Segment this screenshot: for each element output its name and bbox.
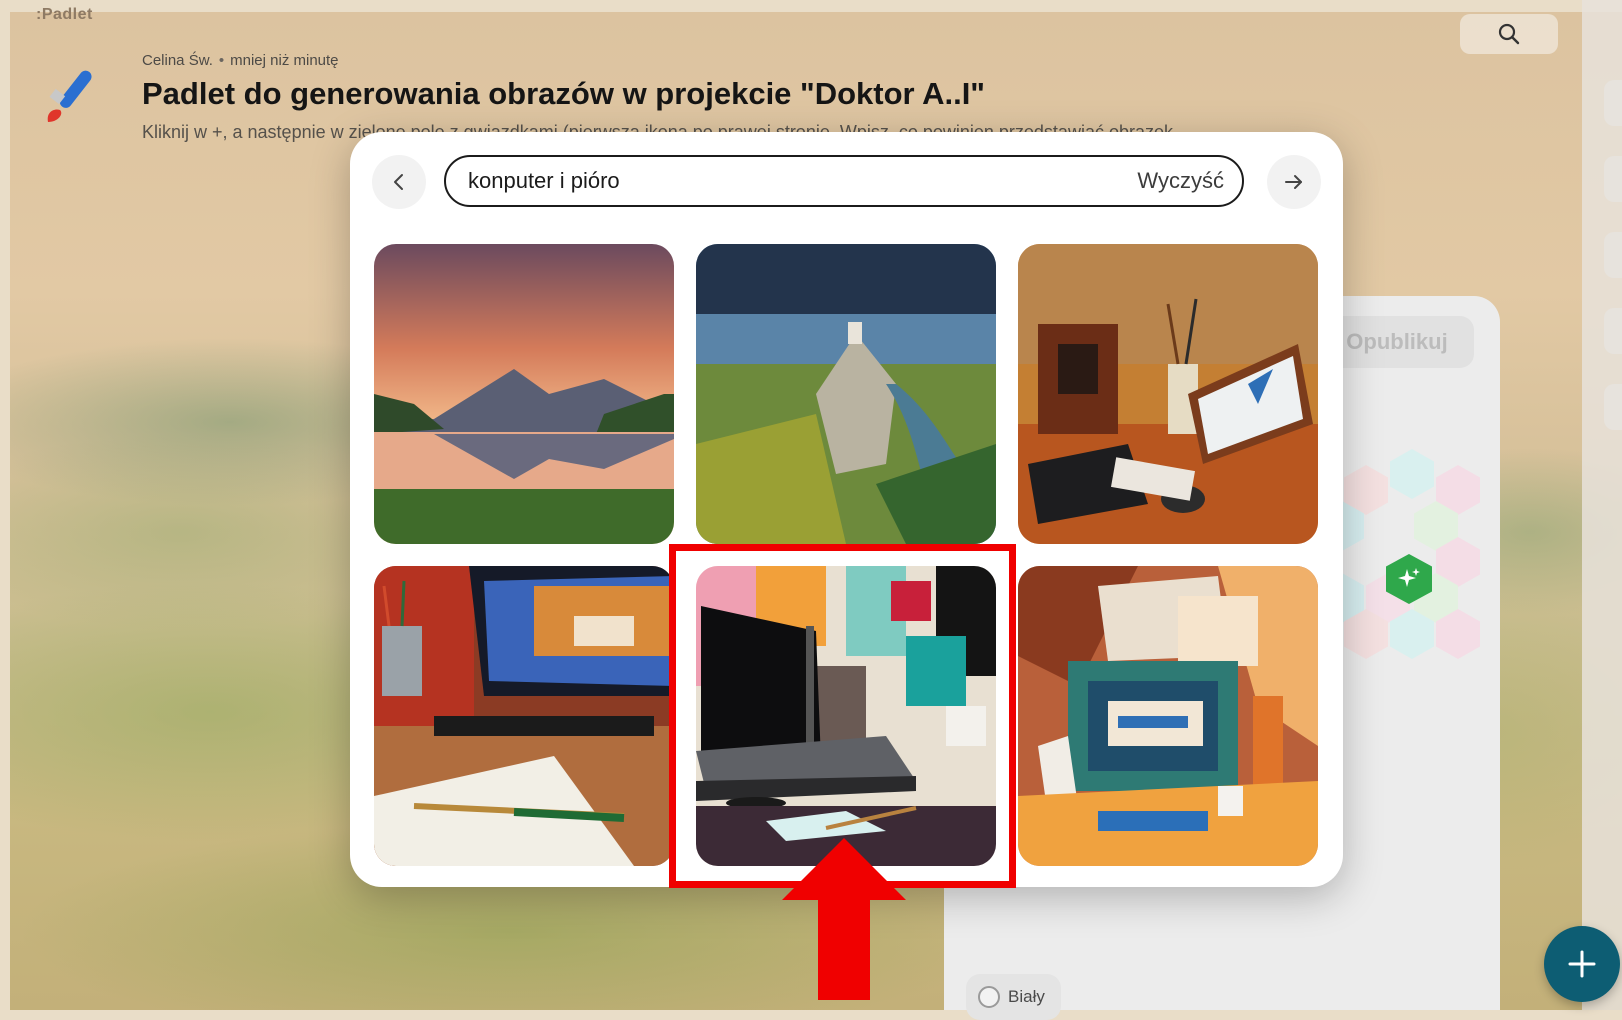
add-post-button[interactable] [1544,926,1620,1002]
result-image-1[interactable] [374,244,674,544]
search-icon [1498,23,1520,45]
hex-tile[interactable] [1390,449,1434,499]
author-name: Celina Św. [142,52,213,69]
post-time: mniej niż minutę [230,52,339,69]
result-image-6[interactable] [1018,566,1318,866]
search-query-text[interactable]: konputer i pióro [468,168,1137,194]
arrow-right-icon [1285,175,1302,189]
right-rail [1582,0,1622,1010]
image-search-field[interactable]: konputer i pióro Wyczyść [444,155,1244,207]
red-arrow-icon [782,838,906,1000]
sparkles-icon [1398,568,1420,587]
page-title: Padlet do generowania obrazów w projekci… [142,76,986,111]
plus-icon [1568,950,1596,978]
chevron-left-icon [394,174,403,190]
rail-button-2[interactable] [1604,156,1622,202]
publish-button[interactable]: Opublikuj [1320,316,1474,368]
result-image-4[interactable] [374,566,674,866]
color-option-white[interactable]: Biały [966,974,1061,1020]
rail-button-3[interactable] [1604,232,1622,278]
color-option-label: Biały [1008,987,1045,1006]
rail-button-5[interactable] [1604,384,1622,430]
rail-button-1[interactable] [1604,80,1622,126]
back-button[interactable] [372,155,426,209]
board-search-button[interactable] [1460,14,1558,54]
submit-search-button[interactable] [1267,155,1321,209]
selection-highlight-box [669,544,1016,888]
paintbrush-icon [47,70,92,122]
radio-icon[interactable] [978,986,1000,1008]
separator-dot: • [218,52,225,69]
result-image-3[interactable] [1018,244,1318,544]
result-image-2[interactable] [696,244,996,544]
padlet-logo: :Padlet [36,6,93,23]
clear-button[interactable]: Wyczyść [1137,168,1224,194]
post-meta: Celina Św. • mniej niż minutę [142,52,339,69]
rail-button-4[interactable] [1604,308,1622,354]
